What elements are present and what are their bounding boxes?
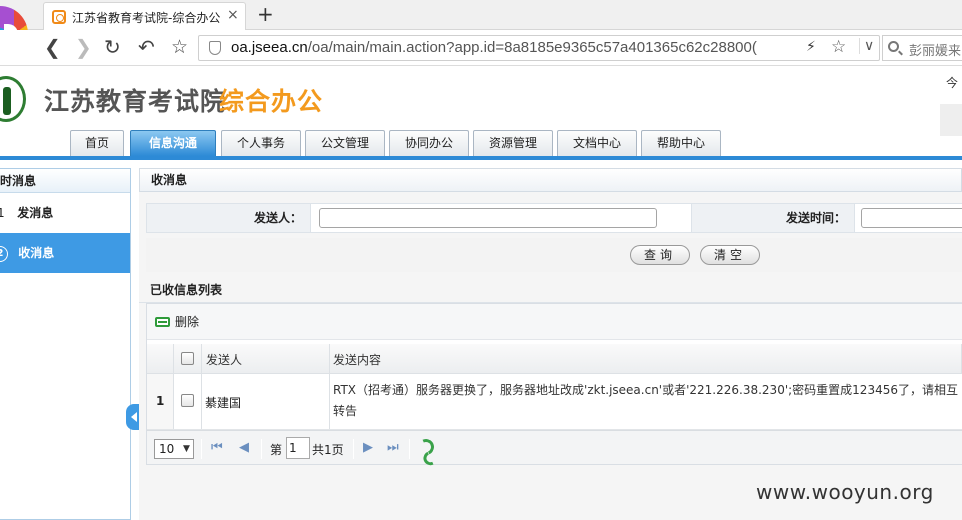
sidebar-title: 即时消息 bbox=[0, 169, 130, 193]
address-bar[interactable]: oa.jseea.cn/oa/main/main.action?app.id=8… bbox=[198, 35, 880, 61]
app-header: 江苏教育考试院 综合办公 今 首页 信息沟通 个人事务 公文管理 协同办公 资源… bbox=[0, 66, 962, 160]
main-content: 收消息 发送人： 发送时间： 查询 清空 已收信息列表 删除 发送人 发送内容 bbox=[139, 168, 962, 520]
row-number-header bbox=[147, 344, 174, 373]
message-list: 删除 发送人 发送内容 1 綦建国 RTX（招考通）服务器更换了，服务器地址改成… bbox=[146, 303, 962, 465]
sidebar-title-text: 即时消息 bbox=[0, 174, 37, 188]
sender-field[interactable] bbox=[319, 208, 657, 228]
table-header: 发送人 发送内容 bbox=[147, 344, 962, 374]
row-checkbox-cell bbox=[174, 374, 202, 429]
chevron-down-icon[interactable]: ∨ bbox=[859, 38, 874, 54]
row-number-cell: 1 bbox=[147, 374, 174, 429]
nav-tab-collaboration[interactable]: 协同办公 bbox=[389, 130, 469, 156]
watermark: www.wooyun.org bbox=[756, 480, 934, 504]
bookmark-star-icon[interactable]: ☆ bbox=[171, 36, 188, 58]
sidebar-item-label: 发消息 bbox=[17, 206, 54, 220]
page-label-prefix: 第 bbox=[270, 443, 283, 457]
chevron-down-icon: ▼ bbox=[183, 444, 190, 454]
page-title: 收消息 bbox=[139, 168, 962, 192]
undo-icon[interactable]: ↶ bbox=[138, 36, 155, 58]
sidebar-item-number: 1 bbox=[0, 206, 5, 220]
last-page-icon[interactable]: ⏭ bbox=[387, 440, 399, 455]
sidebar-item-send[interactable]: 1 发消息 bbox=[0, 193, 130, 233]
app-name: 综合办公 bbox=[219, 87, 324, 116]
pager-separator bbox=[201, 439, 202, 459]
prev-page-icon[interactable]: ◀ bbox=[239, 440, 249, 455]
delete-icon bbox=[155, 317, 170, 327]
delete-label: 删除 bbox=[175, 315, 200, 329]
reload-icon[interactable]: ↻ bbox=[104, 36, 121, 58]
url-host: oa.jseea.cn bbox=[231, 39, 308, 56]
pagination-bar: 10 ▼ ⏮ ◀ 第 1 共1页 ▶ ⏭ bbox=[147, 430, 962, 464]
browser-tab[interactable]: 江苏省教育考试院-综合办公 × bbox=[43, 2, 246, 31]
back-icon[interactable]: ❮ bbox=[44, 36, 61, 58]
nav-tab-doc-center[interactable]: 文档中心 bbox=[557, 130, 637, 156]
row-checkbox[interactable] bbox=[181, 394, 194, 407]
filter-form: 发送人： 发送时间： bbox=[146, 203, 962, 233]
bolt-icon[interactable]: ⚡ bbox=[806, 39, 816, 55]
select-all-cell bbox=[174, 344, 202, 373]
tab-title: 江苏省教育考试院-综合办公 bbox=[72, 11, 221, 25]
delete-button[interactable]: 删除 bbox=[155, 313, 199, 331]
pager-separator bbox=[409, 439, 410, 459]
main-nav: 首页 信息沟通 个人事务 公文管理 协同办公 资源管理 文档中心 帮助中心 bbox=[0, 130, 962, 156]
search-text: 彭丽媛来 bbox=[909, 44, 962, 59]
nav-tab-help[interactable]: 帮助中心 bbox=[641, 130, 721, 156]
first-page-icon[interactable]: ⏮ bbox=[211, 440, 223, 455]
nav-tab-resources[interactable]: 资源管理 bbox=[473, 130, 553, 156]
sender-column-header[interactable]: 发送人 bbox=[202, 344, 330, 373]
org-name: 江苏教育考试院 bbox=[44, 87, 227, 116]
browser-tab-bar: 江苏省教育考试院-综合办公 × + bbox=[0, 0, 962, 62]
send-time-field[interactable] bbox=[861, 208, 962, 228]
search-input[interactable]: 彭丽媛来 bbox=[882, 35, 962, 61]
query-button[interactable]: 查询 bbox=[630, 245, 690, 265]
org-emblem-icon bbox=[0, 76, 26, 122]
list-toolbar: 删除 bbox=[147, 304, 962, 340]
row-sender: 綦建国 bbox=[205, 396, 242, 410]
sidebar: 即时消息 1 发消息 2 收消息 bbox=[0, 168, 131, 520]
page-total-label: 共1页 bbox=[312, 443, 344, 457]
send-time-label: 发送时间： bbox=[691, 204, 855, 232]
refresh-icon[interactable] bbox=[415, 436, 437, 458]
table-row[interactable]: 1 綦建国 RTX（招考通）服务器更换了，服务器地址改成'zkt.jseea.c… bbox=[147, 374, 962, 430]
site-favicon-icon bbox=[52, 10, 66, 24]
clear-button[interactable]: 清空 bbox=[700, 245, 760, 265]
forward-icon[interactable]: ❯ bbox=[75, 36, 92, 58]
nav-tab-communication[interactable]: 信息沟通 bbox=[130, 130, 216, 156]
url-path: /oa/main/main.action?app.id=8a8185e9365c… bbox=[307, 39, 757, 56]
page-size-value: 10 bbox=[159, 442, 175, 456]
row-number: 1 bbox=[156, 394, 165, 408]
nav-tab-home[interactable]: 首页 bbox=[70, 130, 124, 156]
browser-toolbar: ❮ ❯ ↻ ↶ ☆ oa.jseea.cn/oa/main/main.actio… bbox=[0, 30, 962, 66]
star-icon[interactable]: ☆ bbox=[831, 37, 846, 57]
page-size-select[interactable]: 10 ▼ bbox=[154, 439, 194, 459]
list-title: 已收信息列表 bbox=[139, 279, 962, 303]
sidebar-item-label: 收消息 bbox=[18, 246, 55, 260]
row-content: RTX（招考通）服务器更换了，服务器地址改成'zkt.jseea.cn'或者'2… bbox=[333, 383, 958, 418]
next-page-icon[interactable]: ▶ bbox=[363, 440, 373, 455]
new-tab-button[interactable]: + bbox=[257, 2, 274, 26]
nav-tab-documents[interactable]: 公文管理 bbox=[305, 130, 385, 156]
page-number-input[interactable]: 1 bbox=[286, 437, 310, 459]
search-icon bbox=[888, 41, 899, 52]
pager-separator bbox=[261, 439, 262, 459]
content-column-label: 发送内容 bbox=[333, 353, 382, 367]
filter-buttons: 查询 清空 bbox=[146, 238, 962, 272]
nav-tab-personal[interactable]: 个人事务 bbox=[221, 130, 301, 156]
close-tab-icon[interactable]: × bbox=[227, 7, 239, 23]
sender-column-label: 发送人 bbox=[206, 353, 243, 367]
nav-underline bbox=[0, 156, 962, 160]
today-label: 今 bbox=[946, 76, 959, 90]
content-column-header[interactable]: 发送内容 bbox=[330, 344, 962, 373]
shield-icon bbox=[209, 41, 221, 55]
sender-label: 发送人： bbox=[147, 204, 311, 232]
sidebar-item-number: 2 bbox=[0, 245, 8, 262]
pager-separator bbox=[353, 439, 354, 459]
url-text[interactable]: oa.jseea.cn/oa/main/main.action?app.id=8… bbox=[231, 39, 801, 56]
sidebar-item-receive[interactable]: 2 收消息 bbox=[0, 233, 130, 273]
select-all-checkbox[interactable] bbox=[181, 352, 194, 365]
